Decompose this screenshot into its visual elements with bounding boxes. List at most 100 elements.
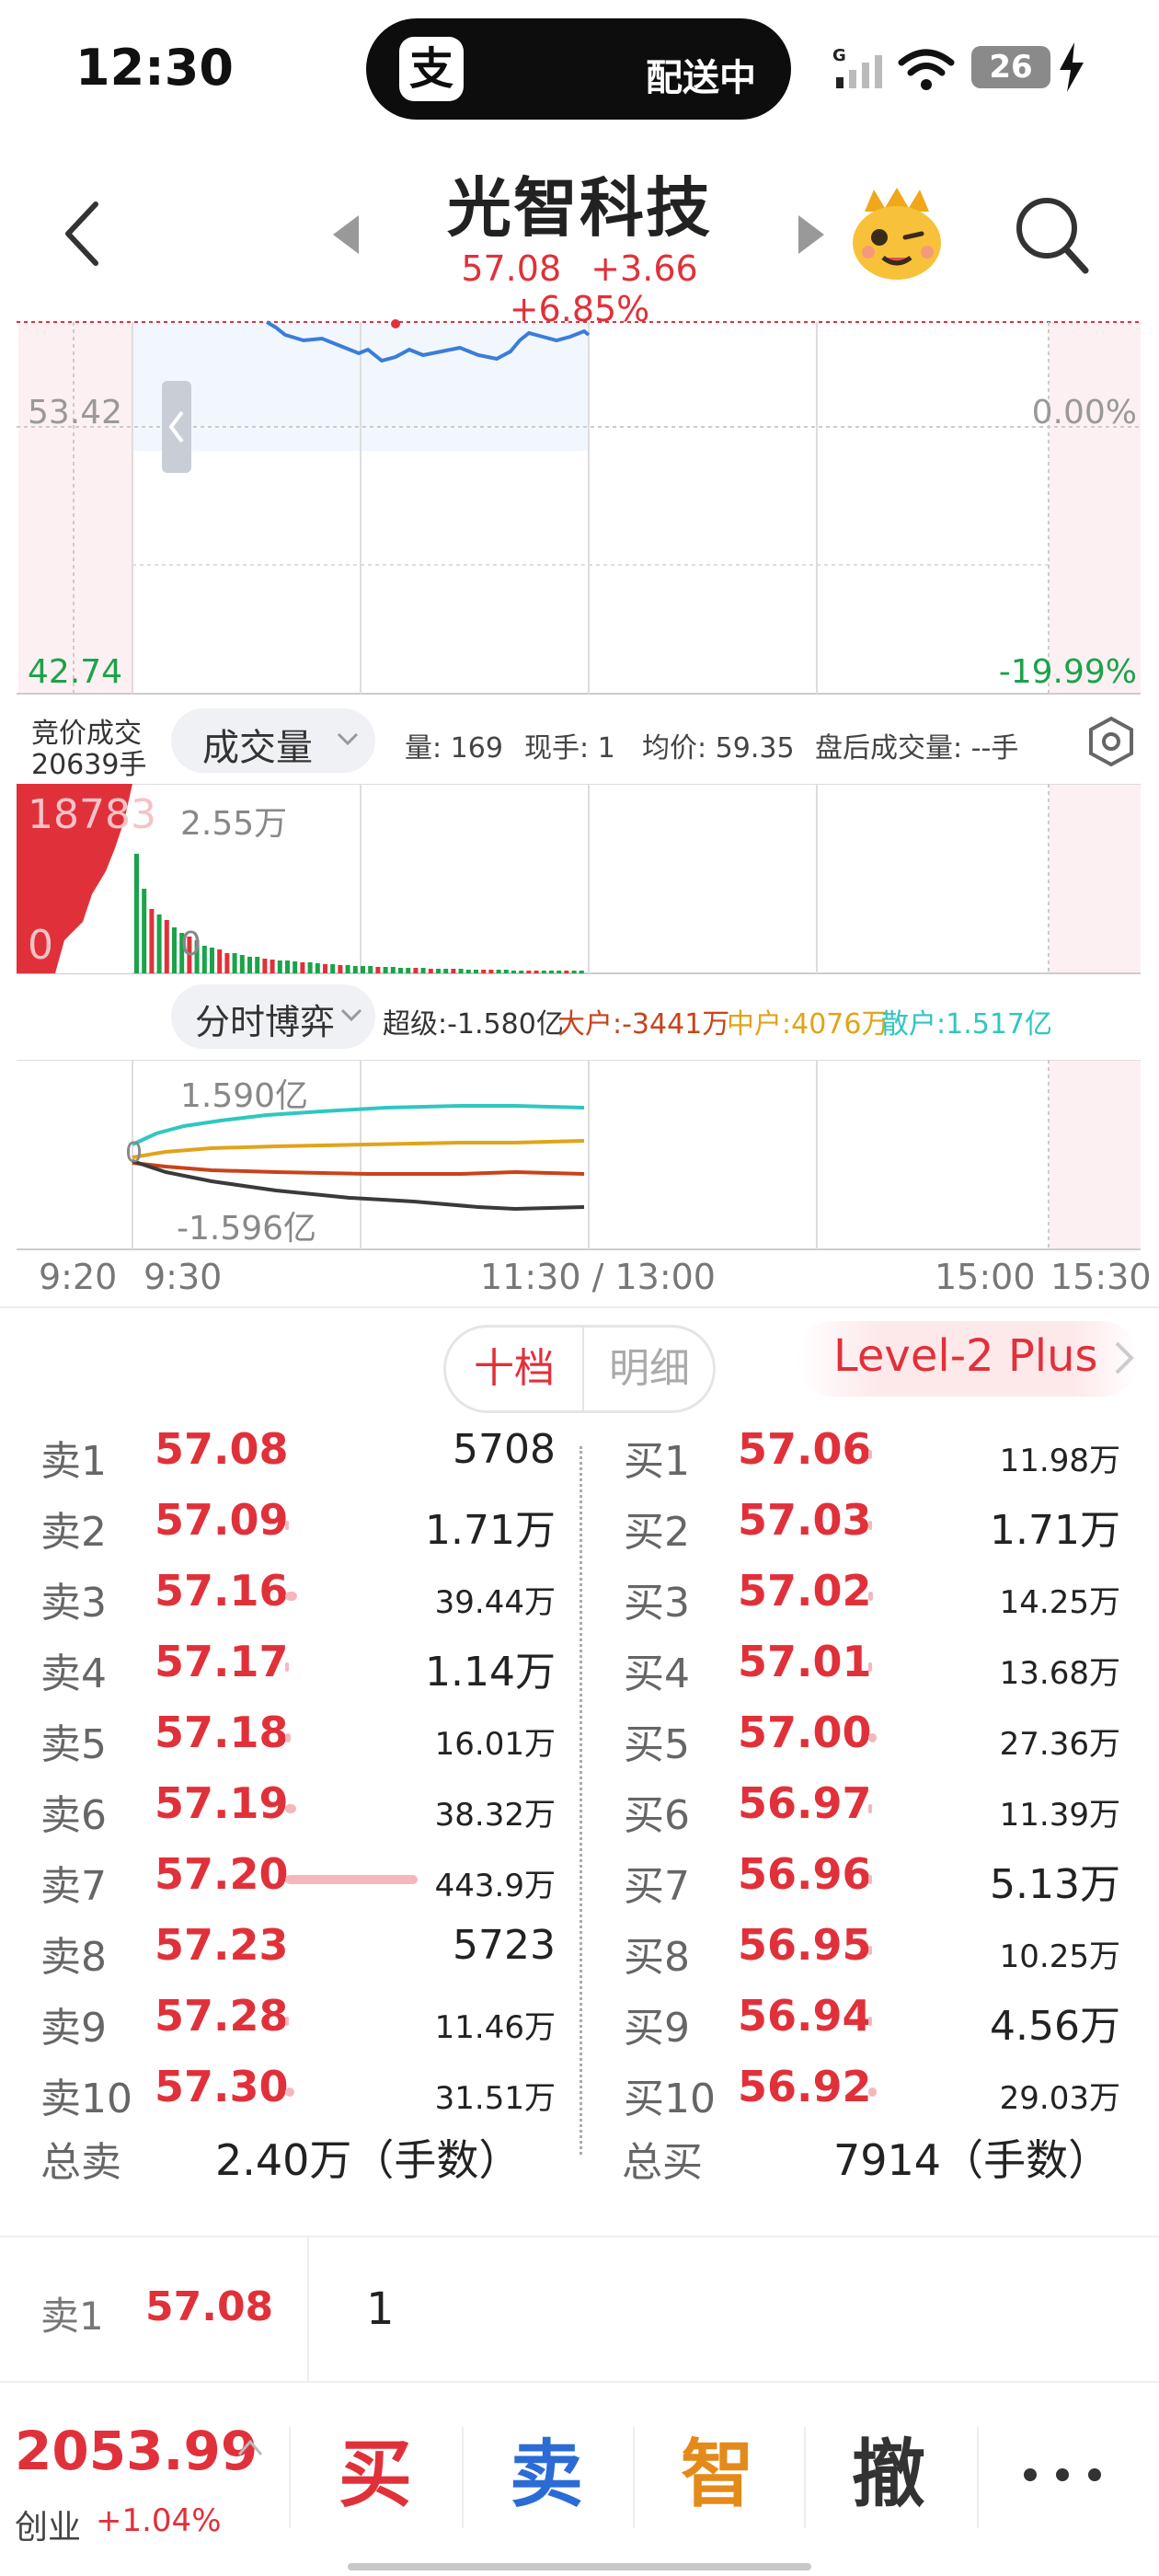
bid-quantity: 13.68万	[999, 1655, 1120, 1692]
total-buy-label: 总买	[622, 2139, 703, 2186]
volume-bar	[383, 967, 388, 973]
volume-bar	[277, 960, 282, 973]
mascot-icon[interactable]	[846, 184, 947, 285]
ask-level-row[interactable]: 卖3 57.16 39.44万	[40, 1560, 556, 1630]
ask-quantity: 443.9万	[434, 1868, 556, 1904]
fund-flow-chart[interactable]: 1.590亿 0 -1.596亿	[0, 1059, 1159, 1251]
bid-level-row[interactable]: 买4 57.01 13.68万	[624, 1631, 1120, 1701]
large-line	[132, 1161, 585, 1176]
cancel-order-button[interactable]: 撤	[806, 2420, 971, 2530]
volume-bar	[413, 968, 419, 973]
volume-indicator-selector[interactable]: 成交量	[171, 708, 375, 773]
volume-bar	[564, 971, 569, 973]
bid-level-label: 买7	[624, 1863, 690, 1910]
buy-button[interactable]: 买	[293, 2420, 458, 2530]
ask-level-row[interactable]: 卖6 57.19 38.32万	[40, 1773, 556, 1843]
volume-indicator-row: 竞价成交 20639手 成交量 量: 169 现手: 1 均价: 59.35 盘…	[0, 699, 1159, 784]
bid-price: 56.97	[738, 1778, 872, 1828]
bid-volume-bar	[868, 1804, 872, 1813]
bid-level-row[interactable]: 买5 57.00 27.36万	[624, 1702, 1120, 1772]
intraday-price-chart[interactable]: 53.42 42.74 0.00% -19.99%	[0, 313, 1159, 699]
flow-indicator-selector[interactable]: 分时博弈	[171, 984, 375, 1049]
volume-bar	[420, 968, 426, 973]
ask-level-row[interactable]: 卖5 57.18 16.01万	[40, 1702, 556, 1772]
bid-level-row[interactable]: 买2 57.03 1.71万	[624, 1489, 1120, 1559]
ask-level-row[interactable]: 卖2 57.09 1.71万	[40, 1489, 556, 1559]
ask-level-label: 卖2	[40, 1509, 107, 1556]
index-ticker[interactable]: 2053.99 创业 +1.04%	[0, 2383, 276, 2567]
ask-level-label: 卖3	[40, 1580, 107, 1627]
settings-icon[interactable]	[1087, 716, 1135, 767]
price-change: +3.66	[591, 248, 698, 289]
sell-button[interactable]: 卖	[464, 2420, 629, 2530]
ask-level-row[interactable]: 卖8 57.23 5723	[40, 1915, 556, 1984]
ask-price: 57.28	[155, 1991, 289, 2041]
bid-quantity: 1.71万	[990, 1507, 1120, 1554]
alipay-icon: 支	[399, 37, 464, 101]
ask-price: 57.17	[155, 1637, 289, 1686]
ask-quantity: 38.32万	[434, 1797, 556, 1834]
time-label-930: 9:30	[143, 1257, 223, 1297]
live-activity-pill[interactable]: 支 配送中	[366, 18, 791, 120]
price-axis-mid: 53.42	[28, 394, 123, 431]
ask-quantity: 1.71万	[425, 1507, 556, 1554]
ask-price: 57.09	[155, 1495, 289, 1545]
volume-bar	[270, 960, 275, 973]
ask-level-row[interactable]: 卖4 57.17 1.14万	[40, 1631, 556, 1701]
more-icon[interactable]	[1012, 2456, 1113, 2493]
bid-level-label: 买6	[624, 1792, 690, 1839]
bid-level-row[interactable]: 买1 57.06 11.98万	[624, 1419, 1120, 1489]
bottom-trade-bar: 2053.99 创业 +1.04% 买 卖 智 撤	[0, 2383, 1159, 2576]
bid-price: 56.94	[738, 1991, 872, 2041]
bid-price: 57.00	[738, 1708, 872, 1757]
ask-level-row[interactable]: 卖10 57.30 31.51万	[40, 2056, 556, 2126]
selected-order-row[interactable]: 卖1 57.08 1	[0, 2237, 1159, 2381]
vol-axis-zero: 0	[180, 926, 201, 963]
volume-bar	[579, 971, 584, 973]
bid-quantity: 10.25万	[999, 1938, 1120, 1975]
volume-chart[interactable]: 18783 0 2.55万 0	[0, 783, 1159, 975]
vol-left-max: 18783	[28, 791, 156, 838]
volume-bar	[549, 971, 554, 973]
bid-level-label: 买1	[624, 1438, 690, 1485]
prev-stock-icon[interactable]	[327, 212, 364, 258]
bid-volume-bar	[868, 1450, 872, 1459]
tab-ten-levels[interactable]: 十档	[446, 1328, 582, 1410]
next-stock-icon[interactable]	[793, 212, 830, 258]
ask-level-label: 卖5	[40, 1721, 107, 1768]
ask-level-row[interactable]: 卖1 57.08 5708	[40, 1419, 556, 1489]
volume-bar	[201, 946, 207, 973]
search-icon[interactable]	[1012, 193, 1091, 276]
ask-level-row[interactable]: 卖7 57.20 443.9万	[40, 1844, 556, 1914]
volume-bar	[142, 889, 147, 973]
flow-large: 大户:-3441万	[557, 1008, 730, 1041]
time-label-1130: 11:30 / 13:00	[480, 1257, 716, 1297]
wifi-icon	[898, 49, 955, 90]
home-indicator[interactable]	[348, 2563, 811, 2570]
pct-axis-mid: 0.00%	[1031, 394, 1137, 431]
volume-bar	[330, 964, 336, 973]
bid-level-row[interactable]: 买6 56.97 11.39万	[624, 1773, 1120, 1843]
level2-label: Level-2 Plus	[833, 1330, 1098, 1382]
bid-level-row[interactable]: 买8 56.95 10.25万	[624, 1915, 1120, 1984]
volume-bar	[217, 949, 223, 973]
bid-price: 56.95	[738, 1920, 872, 1970]
average-price: 均价: 59.35	[642, 732, 795, 765]
bid-quantity: 5.13万	[990, 1861, 1120, 1908]
total-sell-label: 总卖	[40, 2139, 121, 2186]
bid-level-row[interactable]: 买10 56.92 29.03万	[624, 2056, 1120, 2126]
ask-level-row[interactable]: 卖9 57.28 11.46万	[40, 1985, 556, 2055]
bid-level-row[interactable]: 买9 56.94 4.56万	[624, 1985, 1120, 2055]
bid-level-row[interactable]: 买3 57.02 14.25万	[624, 1560, 1120, 1630]
smart-button[interactable]: 智	[635, 2420, 800, 2530]
bid-volume-bar	[868, 2087, 878, 2097]
ask-quantity: 39.44万	[434, 1584, 556, 1621]
bid-level-row[interactable]: 买7 56.96 5.13万	[624, 1844, 1120, 1914]
index-name: 创业	[15, 2509, 82, 2547]
bid-volume-bar	[868, 1733, 877, 1742]
level2-plus-button[interactable]: Level-2 Plus	[797, 1321, 1139, 1397]
tab-details[interactable]: 明细	[582, 1328, 715, 1410]
volume-bar	[239, 955, 245, 973]
back-arrow-icon[interactable]	[55, 197, 110, 270]
order-book-tabs: 十档 明细	[443, 1325, 716, 1413]
